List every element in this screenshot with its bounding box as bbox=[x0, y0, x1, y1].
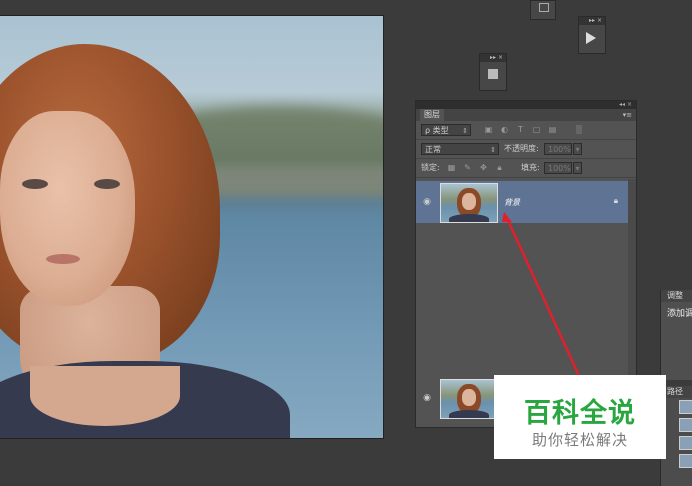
filter-kind-select[interactable]: ρ 类型 ⇕ bbox=[421, 124, 471, 136]
layer-thumbnail[interactable] bbox=[440, 183, 498, 223]
adjustments-panel: 调整 添加调 bbox=[660, 290, 692, 380]
lock-all-icon[interactable]: 🔒︎ bbox=[495, 163, 504, 172]
lock-transparency-icon[interactable]: ▦ bbox=[447, 163, 456, 172]
mini-panel-controls[interactable]: ▸▸ × bbox=[480, 54, 506, 62]
tab-layers[interactable]: 图层 bbox=[420, 109, 444, 121]
lock-icon: 🔒︎ bbox=[613, 196, 618, 205]
adjustments-hint: 添加调 bbox=[667, 309, 692, 319]
lock-brush-icon[interactable]: ✎ bbox=[463, 163, 472, 172]
filter-pixel-icon[interactable]: ▣ bbox=[484, 125, 493, 134]
watermark-subtitle: 助你轻松解决 bbox=[531, 431, 628, 449]
panel-collapse-controls[interactable]: ◂◂ × bbox=[416, 101, 636, 109]
blend-opacity-row: 正常 ⇕ 不透明度: 100% ▾ bbox=[416, 140, 636, 159]
fill-dropdown[interactable]: ▾ bbox=[573, 162, 582, 174]
lock-label: 锁定: bbox=[421, 163, 440, 172]
filter-type-icon[interactable]: T bbox=[516, 125, 525, 134]
mini-panel-play[interactable]: ▸▸ × bbox=[578, 16, 606, 54]
watermark-title: 百科全说 bbox=[524, 398, 636, 429]
layer-row[interactable]: ◉ 背景 🔒︎ bbox=[416, 181, 628, 223]
filter-smart-object-icon[interactable]: ▤ bbox=[548, 125, 557, 134]
eye-icon[interactable]: ◉ bbox=[421, 393, 433, 403]
canvas-image[interactable] bbox=[0, 16, 383, 438]
play-icon[interactable] bbox=[586, 32, 596, 44]
opacity-input[interactable]: 100% bbox=[544, 143, 572, 155]
lock-move-icon[interactable]: ✥ bbox=[479, 163, 488, 172]
panel-menu-icon[interactable]: ▾≡ bbox=[623, 109, 632, 121]
layer-filter-row: ρ 类型 ⇕ ▣ ◐ T ▢ ▤ bbox=[416, 121, 636, 140]
blend-mode-select[interactable]: 正常 ⇕ bbox=[421, 143, 499, 155]
filter-toggle[interactable] bbox=[576, 125, 582, 134]
opacity-dropdown[interactable]: ▾ bbox=[573, 143, 582, 155]
subject-face bbox=[0, 111, 135, 306]
filter-adjustment-icon[interactable]: ◐ bbox=[500, 125, 509, 134]
cube-icon[interactable] bbox=[488, 69, 498, 79]
layer-thumbnail[interactable] bbox=[440, 379, 498, 419]
mini-panel-controls[interactable]: ▸▸ × bbox=[579, 17, 605, 25]
layer-name[interactable]: 背景 bbox=[504, 197, 520, 208]
filter-shape-icon[interactable]: ▢ bbox=[532, 125, 541, 134]
eye-icon[interactable]: ◉ bbox=[421, 197, 433, 207]
fill-label: 填充: bbox=[521, 163, 540, 172]
mini-panel-3d[interactable]: ▸▸ × bbox=[479, 53, 507, 91]
lock-fill-row: 锁定: ▦ ✎ ✥ 🔒︎ 填充: 100% ▾ bbox=[416, 159, 636, 178]
fill-input[interactable]: 100% bbox=[544, 162, 572, 174]
opacity-label: 不透明度: bbox=[504, 144, 539, 153]
tab-adjustments[interactable]: 调整 bbox=[661, 290, 692, 302]
watermark-card: 百科全说 助你轻松解决 bbox=[494, 375, 666, 459]
mini-panel-top[interactable] bbox=[530, 0, 556, 20]
